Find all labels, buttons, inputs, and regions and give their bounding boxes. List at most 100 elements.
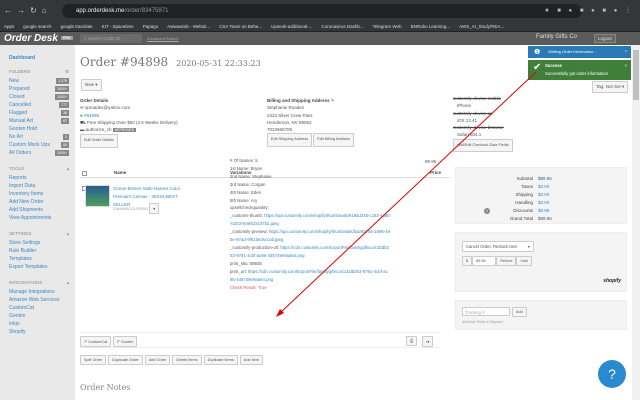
refund-action-select[interactable]: Cancel Order, Restock Item ▾	[462, 241, 534, 252]
folder-count-badge: 0	[63, 134, 69, 140]
info-icon: ❶	[534, 49, 541, 56]
bookmark-item[interactable]: google translate	[61, 24, 93, 29]
close-icon[interactable]: ×	[625, 62, 627, 70]
sidebar-item[interactable]: Templates	[9, 256, 69, 264]
sidebar-folder[interactable]: Flagged 36	[9, 110, 69, 118]
edit-shipping-address-button[interactable]: Edit Shipping Address	[267, 133, 313, 147]
advanced-search-link[interactable]: Advanced Search	[147, 36, 179, 41]
collapse-icon[interactable]: ▴	[67, 231, 69, 237]
sidebar-section-tools: TOOLS ▴	[9, 166, 69, 175]
action-button-duplicate-order[interactable]: Duplicate Order	[108, 355, 143, 365]
sidebar-item[interactable]: Reports	[9, 175, 69, 183]
sidebar-item[interactable]: Shopify	[9, 329, 69, 337]
sidebar-folder[interactable]: Manual Art 67	[9, 118, 69, 126]
edit-billing-address-button[interactable]: Edit Billing Address	[313, 133, 354, 147]
product-thumbnail[interactable]	[85, 185, 110, 207]
collapse-icon[interactable]: ▴	[67, 280, 69, 286]
bookmark-item[interactable]: KIT - Spacetime	[102, 24, 134, 29]
action-button-split-order[interactable]: Split Order	[80, 355, 107, 365]
scrollbar-thumb[interactable]	[633, 50, 639, 100]
page-scrollbar[interactable]	[632, 45, 640, 400]
sidebar-item[interactable]: Import Data	[9, 183, 69, 191]
sidebar-item[interactable]: Inventory Items	[9, 191, 69, 199]
refund-button[interactable]: Refund	[496, 256, 517, 266]
bookmark-item[interactable]: CSA Team on Beha...	[219, 24, 262, 29]
totals-value[interactable]: $0.00	[538, 184, 549, 189]
help-button[interactable]: ?	[598, 360, 626, 388]
address-bar[interactable]: app.orderdesk.me/order/83475971	[62, 4, 582, 18]
sidebar-item[interactable]: CustomCat	[9, 305, 69, 313]
sidebar-item[interactable]: Gooten	[9, 313, 69, 321]
logout-button[interactable]: Logout	[594, 34, 616, 43]
checkout-field-value: Safari 604.1	[457, 132, 482, 138]
add-tracking-button[interactable]: Add	[512, 307, 527, 317]
sidebar-item-dashboard[interactable]: Dashboard	[9, 55, 75, 61]
refund-amount-input[interactable]: 89.96	[472, 256, 497, 266]
action-button-duplicate-items[interactable]: Duplicate Items	[203, 355, 238, 365]
sidebar-item[interactable]: Manage Integrations	[9, 289, 69, 297]
bookmark-item[interactable]: BNRobo Learning...	[411, 24, 451, 29]
variations: # Of Names: 5 1st Name: Bryan 2nd Name: St…	[230, 157, 390, 291]
extension-icons[interactable]: ★ ■ ● ■ ● ■ ● ⋮	[544, 7, 634, 14]
sidebar-item[interactable]: Add New Order	[9, 199, 69, 207]
bookmark-item[interactable]: Awwwards - Websit...	[167, 24, 210, 29]
sidebar-item[interactable]: Store Settings	[9, 240, 69, 248]
totals-value[interactable]: $9.99	[538, 208, 549, 213]
edit-order-details-button[interactable]: Edit Order Details	[80, 134, 118, 148]
info-toast-text: Getting Order information...	[548, 49, 597, 54]
search-input[interactable]: ⌕ Search Order ID	[80, 34, 142, 43]
success-toast: ✔ Success Successfully got order informati…	[528, 60, 631, 80]
sidebar-item[interactable]: Export Templates	[9, 264, 69, 272]
select-all-checkbox[interactable]	[82, 171, 87, 176]
sidebar-item[interactable]: View Appointments	[9, 215, 69, 223]
tracking-input[interactable]: Tracking #	[462, 307, 510, 316]
sidebar-folder[interactable]: Custom Mock Ups 60	[9, 142, 69, 150]
sidebar-folder[interactable]: Closed 1000+	[9, 94, 69, 102]
collapse-icon[interactable]: ⚙	[65, 69, 69, 75]
action-button-add-item[interactable]: Add Item	[239, 355, 263, 365]
print-url-link[interactable]: https://cdn.customily.com/ExportFile/fam…	[230, 269, 388, 282]
totals-value[interactable]: $0.00	[538, 192, 549, 197]
sidebar-folder[interactable]: New 1,379	[9, 78, 69, 86]
void-button[interactable]: Void	[516, 256, 532, 266]
edit-checkout-fields-button[interactable]: Add/Edit Checkout Data Fields	[453, 138, 513, 153]
bookmark-item[interactable]: Telegram Web	[373, 24, 402, 29]
totals-label: Taxes	[521, 184, 533, 189]
folder-count-badge: 36	[61, 110, 69, 116]
tag-dropdown-button[interactable]: Tag: Not Set ▾	[592, 81, 629, 93]
collapse-icon[interactable]: ▴	[67, 166, 69, 172]
sku-dropdown[interactable]: ▾	[149, 203, 160, 214]
print-button[interactable]: ⎙	[406, 336, 418, 346]
add-more-fields-link[interactable]: Add More Fields to Shipment	[462, 320, 503, 324]
sidebar-item[interactable]: Add Shipments	[9, 207, 69, 215]
sidebar-item[interactable]: Rule Builder	[9, 248, 69, 256]
new-dropdown-button[interactable]: New ▾	[81, 79, 102, 91]
bookmark-item[interactable]: AWS_AI_Study/REA...	[459, 24, 504, 29]
sidebar-folder[interactable]: No Art 0	[9, 134, 69, 142]
bookmark-item[interactable]: google search	[23, 24, 51, 29]
section-title: TOOLS	[9, 166, 25, 171]
bookmark-item[interactable]: Upwork-additional-...	[271, 24, 312, 29]
customcat-button[interactable]: ↱ CustomCat	[80, 336, 112, 347]
bookmark-item[interactable]: Coronavirus Dashb...	[321, 24, 363, 29]
variation-line: 3rd Name: Corgan	[230, 181, 266, 187]
action-button-add-order[interactable]: Add Order	[144, 355, 171, 365]
sidebar-item[interactable]: Amazon Web Services	[9, 297, 69, 305]
sidebar-folder[interactable]: Cancelled 777	[9, 102, 69, 110]
browser-nav-icons[interactable]: ←→↻⌂	[4, 6, 52, 15]
sidebar-folder[interactable]: Prepared 1000+	[9, 86, 69, 94]
action-button-delete-items[interactable]: Delete Items	[172, 355, 202, 365]
sidebar-folder[interactable]: All Orders 1000+	[9, 150, 69, 158]
close-icon[interactable]: ×	[625, 48, 627, 53]
totals-value[interactable]: $0.00	[538, 200, 549, 205]
variation-line: upsellcheckquantity:	[230, 205, 269, 211]
sidebar-folder[interactable]: Gooten Hold	[9, 126, 69, 134]
bookmark-item[interactable]: Apps	[4, 24, 14, 29]
bookmark-item[interactable]: Papago	[143, 24, 159, 29]
more-dropdown-button[interactable]: ▪▾	[422, 336, 434, 347]
logo[interactable]: Order Desk PRO	[4, 33, 73, 44]
sidebar-item[interactable]: Inkjo	[9, 321, 69, 329]
edit-address-icon[interactable]: ✎	[331, 98, 335, 103]
gooten-button[interactable]: ↱ Gooten	[112, 336, 138, 347]
discount-count-badge[interactable]: 1	[484, 208, 490, 214]
